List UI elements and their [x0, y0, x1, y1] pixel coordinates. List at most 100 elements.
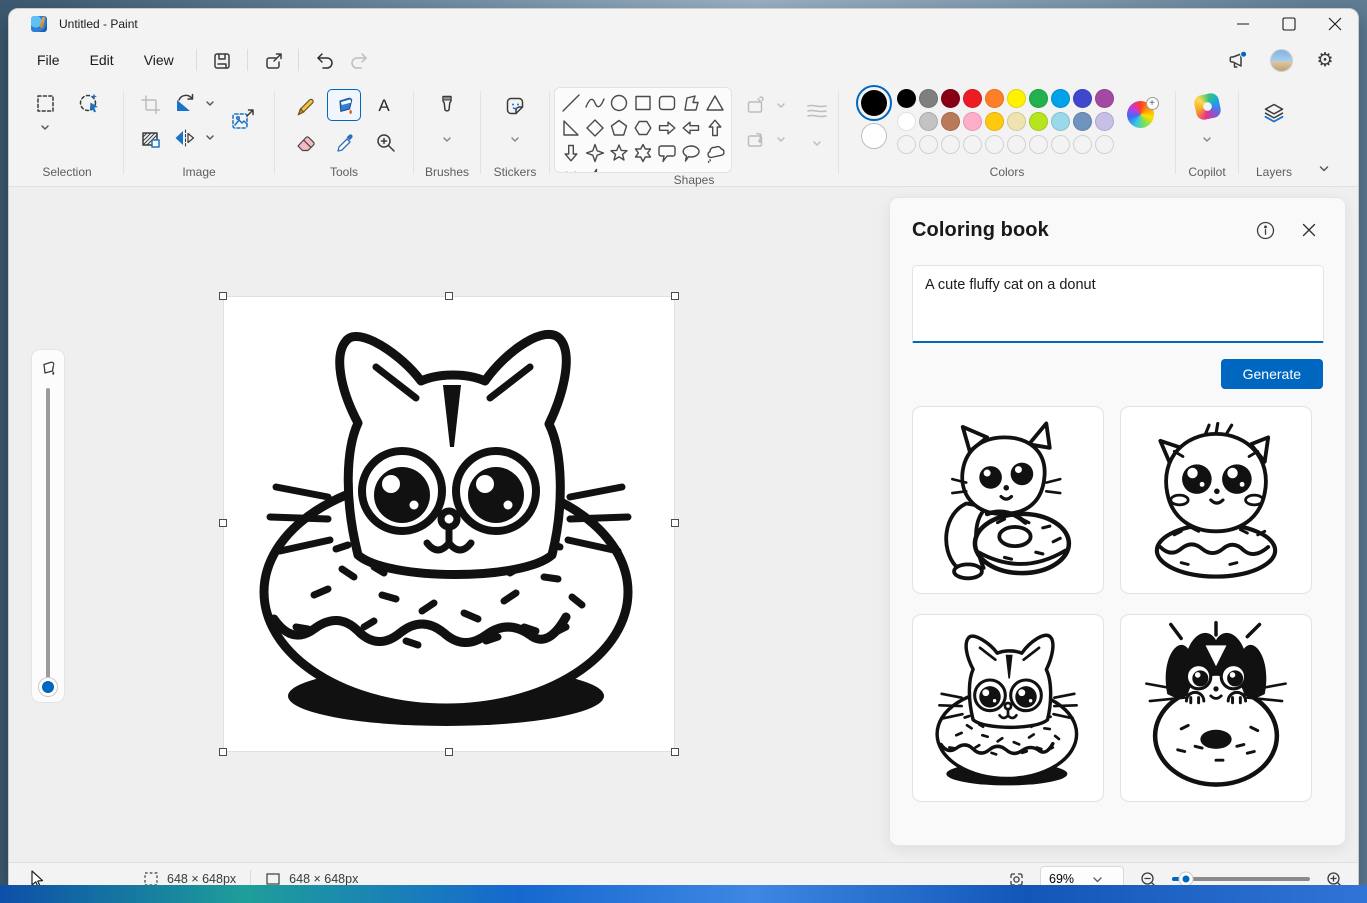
- shape-star-four[interactable]: [583, 141, 607, 165]
- layers-button[interactable]: [1254, 93, 1294, 135]
- shape-arrow-up[interactable]: [703, 116, 727, 140]
- shape-fill-chevron[interactable]: [770, 131, 792, 147]
- shape-curve[interactable]: [583, 91, 607, 115]
- shape-arrow-left[interactable]: [679, 116, 703, 140]
- feedback-megaphone-button[interactable]: [1220, 45, 1254, 75]
- shape-triangle[interactable]: [703, 91, 727, 115]
- shape-outline-chevron[interactable]: [770, 97, 792, 113]
- rotate-options-chevron[interactable]: [200, 95, 220, 111]
- copilot-button[interactable]: [1187, 87, 1227, 125]
- edit-colors-wheel-button[interactable]: +: [1126, 97, 1159, 128]
- foreground-color-swatch[interactable]: [855, 85, 892, 121]
- palette-empty-slot-9[interactable]: [1094, 135, 1114, 154]
- shape-polygon[interactable]: [679, 91, 703, 115]
- shape-hexagon[interactable]: [631, 116, 655, 140]
- palette-empty-slot-7[interactable]: [1050, 135, 1070, 154]
- palette-color-1-8[interactable]: [1072, 89, 1092, 108]
- flip-tool[interactable]: [168, 121, 200, 153]
- info-button[interactable]: [1251, 216, 1279, 244]
- background-color-swatch[interactable]: [860, 123, 887, 149]
- image-properties-tool[interactable]: [222, 99, 264, 141]
- fill-tool[interactable]: [327, 89, 361, 121]
- shape-diamond[interactable]: [583, 116, 607, 140]
- settings-gear-button[interactable]: ⚙: [1308, 45, 1342, 75]
- brushes-tool[interactable]: [427, 87, 467, 125]
- tolerance-slider-thumb[interactable]: [39, 678, 57, 696]
- selection-handle-nw[interactable]: [219, 292, 227, 300]
- palette-color-2-9[interactable]: [1094, 112, 1114, 131]
- palette-color-2-4[interactable]: [984, 112, 1004, 131]
- save-button[interactable]: [205, 45, 239, 75]
- palette-color-1-5[interactable]: [1006, 89, 1026, 108]
- selection-handle-w[interactable]: [219, 519, 227, 527]
- collapse-ribbon-chevron[interactable]: [1313, 160, 1335, 176]
- rotate-tool[interactable]: [168, 87, 200, 119]
- shape-callout-oval[interactable]: [679, 141, 703, 165]
- canvas[interactable]: [219, 292, 679, 756]
- palette-color-2-3[interactable]: [962, 112, 982, 131]
- selection-handle-sw[interactable]: [219, 748, 227, 756]
- palette-empty-slot-0[interactable]: [896, 135, 916, 154]
- palette-color-1-9[interactable]: [1094, 89, 1114, 108]
- shape-star-five[interactable]: [607, 141, 631, 165]
- panel-close-button[interactable]: [1295, 216, 1323, 244]
- palette-empty-slot-2[interactable]: [940, 135, 960, 154]
- palette-color-1-4[interactable]: [984, 89, 1004, 108]
- menu-view[interactable]: View: [130, 46, 188, 74]
- palette-empty-slot-4[interactable]: [984, 135, 1004, 154]
- result-thumbnail-3-cat-head-in-donut[interactable]: [912, 614, 1104, 802]
- stickers-tool[interactable]: [495, 87, 535, 125]
- shape-callout-cloud[interactable]: [703, 141, 727, 165]
- palette-empty-slot-6[interactable]: [1028, 135, 1048, 154]
- menu-edit[interactable]: Edit: [76, 46, 128, 74]
- palette-color-2-2[interactable]: [940, 112, 960, 131]
- palette-color-1-7[interactable]: [1050, 89, 1070, 108]
- zoom-slider-track[interactable]: [1172, 872, 1310, 886]
- shape-rectangle[interactable]: [631, 91, 655, 115]
- text-tool[interactable]: A: [367, 89, 401, 121]
- palette-color-1-6[interactable]: [1028, 89, 1048, 108]
- shape-rounded-rectangle[interactable]: [655, 91, 679, 115]
- crop-tool[interactable]: [132, 87, 166, 119]
- shape-ellipse[interactable]: [607, 91, 631, 115]
- result-thumbnail-1-cat-hugging-donut[interactable]: [912, 406, 1104, 594]
- palette-color-2-6[interactable]: [1028, 112, 1048, 131]
- stroke-size-option[interactable]: [800, 95, 834, 125]
- share-button[interactable]: [256, 45, 290, 75]
- shape-callout-rounded[interactable]: [655, 141, 679, 165]
- resize-tool[interactable]: [132, 121, 166, 153]
- stroke-size-chevron[interactable]: [806, 135, 828, 151]
- rectangle-select-tool[interactable]: [28, 87, 62, 119]
- redo-button[interactable]: [343, 45, 377, 75]
- minimize-button[interactable]: [1220, 9, 1266, 39]
- shape-arrow-right[interactable]: [655, 116, 679, 140]
- shape-line[interactable]: [559, 91, 583, 115]
- palette-color-1-1[interactable]: [918, 89, 938, 108]
- brushes-chevron[interactable]: [436, 131, 458, 147]
- pencil-tool[interactable]: [287, 89, 321, 121]
- shape-arrow-down[interactable]: [559, 141, 583, 165]
- shape-pentagon[interactable]: [607, 116, 631, 140]
- selection-handle-s[interactable]: [445, 748, 453, 756]
- account-avatar[interactable]: [1264, 45, 1298, 75]
- prompt-input[interactable]: A cute fluffy cat on a donut: [912, 265, 1324, 343]
- eraser-tool[interactable]: [287, 125, 321, 157]
- color-picker-tool[interactable]: [327, 125, 361, 157]
- palette-color-1-3[interactable]: [962, 89, 982, 108]
- result-thumbnail-4-black-white-cat-on-donut[interactable]: [1120, 614, 1312, 802]
- palette-empty-slot-1[interactable]: [918, 135, 938, 154]
- shape-heart[interactable]: [559, 166, 583, 172]
- shape-star-six[interactable]: [631, 141, 655, 165]
- selection-options-chevron[interactable]: [34, 119, 56, 135]
- shape-outline-option[interactable]: [740, 91, 770, 119]
- magnifier-tool[interactable]: [367, 125, 401, 157]
- result-thumbnail-2-fluffy-cat-on-donut[interactable]: [1120, 406, 1312, 594]
- undo-button[interactable]: [307, 45, 341, 75]
- shapes-gallery[interactable]: [554, 87, 732, 173]
- ai-select-tool[interactable]: [72, 87, 106, 119]
- selection-handle-n[interactable]: [445, 292, 453, 300]
- palette-color-2-0[interactable]: [896, 112, 916, 131]
- shape-lightning[interactable]: [583, 166, 607, 172]
- shape-right-triangle[interactable]: [559, 116, 583, 140]
- shape-fill-option[interactable]: [740, 125, 770, 153]
